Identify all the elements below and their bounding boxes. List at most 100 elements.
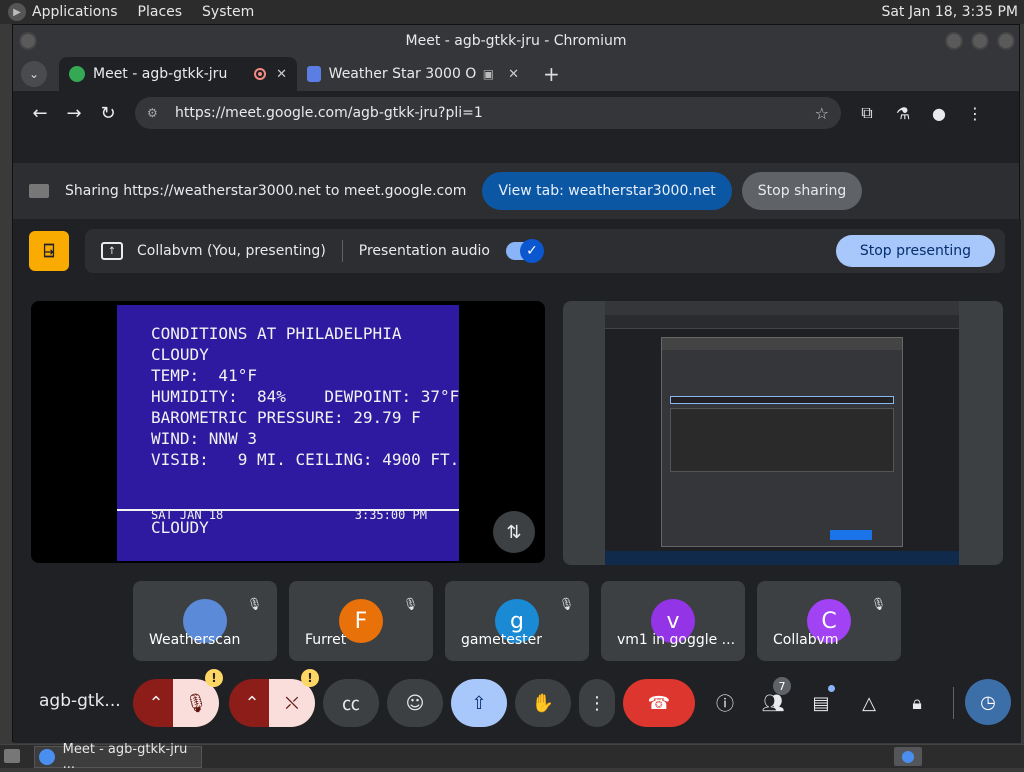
menu-system[interactable]: System — [202, 4, 254, 20]
address-bar[interactable]: ⚙ https://meet.google.com/agb-gtkk-jru?p… — [135, 97, 841, 129]
weather-line: HUMIDITY: 84% DEWPOINT: 37°F — [151, 387, 460, 406]
camera-warning-icon: ! — [301, 669, 319, 687]
close-window-icon[interactable] — [997, 32, 1015, 50]
workspace-switcher[interactable] — [894, 747, 922, 766]
mini-address-bar — [605, 315, 959, 329]
leave-call-button[interactable]: ☎ — [623, 679, 695, 727]
activities-icon[interactable]: △ — [849, 683, 889, 723]
presentation-audio-toggle[interactable] — [505, 239, 544, 263]
companion-clock-icon[interactable]: ◷ — [965, 679, 1011, 725]
sharing-message: Sharing https://weatherstar3000.net to m… — [65, 183, 467, 199]
shared-screen-thumbnail — [605, 301, 959, 565]
meeting-code: agb-gtk... — [39, 691, 121, 711]
window-title: Meet - agb-gtkk-jru - Chromium — [405, 33, 627, 49]
site-info-icon[interactable]: ⚙ — [147, 106, 163, 120]
bookmark-star-icon[interactable]: ☆ — [815, 104, 829, 123]
new-tab-icon[interactable]: + — [543, 62, 560, 86]
weather-line: CONDITIONS AT PHILADELPHIA — [151, 324, 402, 343]
participant-name: gametester — [461, 632, 542, 648]
window-menu-icon[interactable] — [19, 32, 37, 50]
mic-warning-icon: ! — [205, 669, 223, 687]
menu-places[interactable]: Places — [138, 4, 183, 20]
applications-logo-icon[interactable]: ▶ — [8, 3, 26, 21]
stop-presenting-button[interactable]: Stop presenting — [835, 235, 995, 267]
system-taskbar: Meet - agb-gtkk-jru ... — [0, 742, 1024, 772]
mic-off-icon: 🎙︎ — [559, 597, 575, 611]
more-options-button[interactable]: ⋮ — [579, 679, 615, 727]
weather-line: TEMP: 41°F — [151, 366, 257, 385]
weather-current-condition: CLOUDY — [151, 518, 209, 537]
labs-flask-icon[interactable]: ⚗ — [885, 96, 921, 130]
tab-strip: ⌄ Meet - agb-gtkk-jru ✕ Weather Star 300… — [13, 57, 1019, 91]
mini-dialog-save — [830, 530, 872, 540]
show-desktop-icon[interactable] — [4, 749, 20, 763]
emoji-reaction-button[interactable]: ☺ — [387, 679, 443, 727]
host-controls-lock-icon[interactable]: 🔒︎ — [897, 683, 937, 723]
weather-line: VISIB: 9 MI. CEILING: 4900 FT. — [151, 450, 460, 469]
reload-icon[interactable]: ↻ — [91, 96, 125, 130]
tab-close-icon[interactable]: ✕ — [508, 67, 519, 82]
people-count-badge: 7 — [773, 677, 791, 695]
stop-sharing-button[interactable]: Stop sharing — [741, 172, 863, 210]
presentation-stage: CONDITIONS AT PHILADELPHIA CLOUDY TEMP: … — [31, 301, 545, 563]
tab-meet[interactable]: Meet - agb-gtkk-jru ✕ — [59, 57, 297, 91]
extensions-icon[interactable]: ⧉ — [849, 96, 885, 130]
browser-toolbar: ← → ↻ ⚙ https://meet.google.com/agb-gtkk… — [13, 91, 1019, 135]
captions-button[interactable]: ㏄ — [323, 679, 379, 727]
mic-off-icon: 🎙︎ — [871, 597, 887, 611]
meeting-controls: agb-gtk... ⌃ 🎙︎ ! ⌃ ⛌ ! ㏄ ☺ ⇧ ✋ ⋮ ☎ ⓘ 👥︎… — [13, 669, 1021, 737]
more-menu-icon[interactable]: ⋮ — [957, 96, 993, 130]
window-titlebar[interactable]: Meet - agb-gtkk-jru - Chromium — [13, 25, 1019, 57]
exit-door-icon[interactable]: ⍈ — [29, 231, 69, 271]
tab-close-icon[interactable]: ✕ — [276, 67, 287, 82]
people-icon[interactable]: 👥︎ 7 — [753, 677, 793, 723]
view-tab-button[interactable]: View tab: weatherstar3000.net — [482, 172, 732, 210]
forward-arrow-icon[interactable]: → — [57, 96, 91, 130]
chat-icon[interactable]: ▤ — [801, 683, 841, 723]
weather-line: CLOUDY — [151, 345, 209, 364]
chat-notification-dot — [828, 685, 835, 692]
tab-search-chevron-icon[interactable]: ⌄ — [21, 61, 47, 87]
presenting-bar: ↑ Collabvm (You, presenting) Presentatio… — [85, 229, 1005, 273]
raise-hand-button[interactable]: ✋ — [515, 679, 571, 727]
tab-capture-icon: ▣ — [482, 67, 495, 81]
mic-off-icon: 🎙︎ — [247, 597, 263, 611]
participant-tile[interactable]: g 🎙︎ gametester — [445, 581, 589, 661]
minimize-icon[interactable] — [945, 32, 963, 50]
weather-line: BAROMETRIC PRESSURE: 29.79 F — [151, 408, 421, 427]
meeting-details-icon[interactable]: ⓘ — [705, 683, 745, 723]
mini-taskbar — [605, 551, 959, 565]
weather-line: WIND: NNW 3 — [151, 429, 257, 448]
presentation-audio-label: Presentation audio — [358, 243, 490, 259]
tab-meet-label: Meet - agb-gtkk-jru — [93, 66, 228, 82]
screen-share-icon — [29, 184, 49, 198]
present-screen-icon: ↑ — [101, 242, 123, 260]
participant-tile[interactable]: C 🎙︎ Collabvm — [757, 581, 901, 661]
participant-name: vm1 in goggle ... — [617, 632, 736, 648]
weatherstar-favicon-icon — [307, 66, 321, 82]
controls-divider — [953, 687, 954, 719]
weather-separator — [117, 509, 459, 511]
tab-weatherstar[interactable]: Weather Star 3000 Onlin ▣ ✕ — [297, 57, 529, 91]
mini-dialog-title — [662, 338, 902, 350]
panel-clock[interactable]: Sat Jan 18, 3:35 PM — [881, 4, 1018, 20]
participant-name: Furret — [305, 632, 347, 648]
taskbar-window-button[interactable]: Meet - agb-gtkk-jru ... — [34, 742, 202, 772]
mini-dialog-search — [670, 396, 894, 404]
participant-name: Collabvm — [773, 632, 839, 648]
participant-tile[interactable]: v vm1 in goggle ... — [601, 581, 745, 661]
url-text: https://meet.google.com/agb-gtkk-jru?pli… — [175, 105, 483, 121]
participant-tile[interactable]: 🎙︎ Weatherscan — [133, 581, 277, 661]
meet-favicon-icon — [69, 66, 85, 82]
profile-icon[interactable]: ● — [921, 96, 957, 130]
mini-settings-dialog — [661, 337, 903, 547]
browser-window: Meet - agb-gtkk-jru - Chromium ⌄ Meet - … — [12, 24, 1021, 743]
mic-off-icon: 🎙︎ — [403, 597, 419, 611]
swap-layout-icon[interactable]: ⇅ — [493, 511, 535, 553]
chromium-icon — [39, 749, 55, 765]
present-screen-button[interactable]: ⇧ — [451, 679, 507, 727]
back-arrow-icon[interactable]: ← — [23, 96, 57, 130]
menu-applications[interactable]: Applications — [32, 4, 118, 20]
participant-tile[interactable]: F 🎙︎ Furret — [289, 581, 433, 661]
maximize-icon[interactable] — [971, 32, 989, 50]
